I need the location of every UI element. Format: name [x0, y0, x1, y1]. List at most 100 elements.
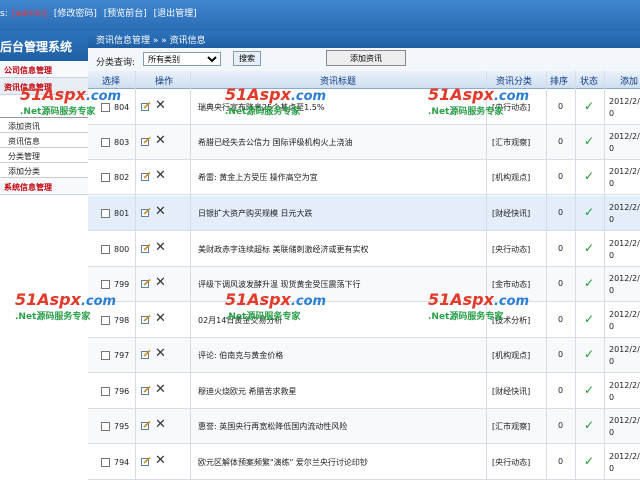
column-divider [135, 71, 136, 480]
preview-front-link[interactable]: [预览前台] [104, 9, 147, 19]
row-checkbox[interactable] [101, 316, 110, 325]
edit-icon[interactable] [141, 350, 151, 359]
edit-icon[interactable] [141, 208, 151, 217]
sidebar-section-news[interactable]: 资讯信息管理 [0, 78, 88, 95]
edit-icon[interactable] [141, 172, 151, 181]
edit-icon[interactable] [141, 386, 151, 395]
row-id: 795 [114, 422, 130, 431]
sidebar-section-company[interactable]: 公司信息管理 [0, 61, 88, 78]
row-category: [汇市观察] [492, 422, 531, 431]
status-check-icon[interactable]: ✓ [584, 383, 594, 397]
delete-icon[interactable]: ✕ [155, 98, 166, 113]
status-check-icon[interactable]: ✓ [584, 454, 594, 468]
status-check-icon[interactable]: ✓ [584, 418, 594, 432]
row-order: 0 [558, 350, 564, 359]
row-checkbox[interactable] [101, 458, 110, 467]
row-checkbox[interactable] [101, 138, 110, 147]
sidebar-section-system[interactable]: 系统信息管理 [0, 178, 88, 195]
row-title[interactable]: 评论: 伯南克与黄金价格 [198, 350, 283, 361]
delete-icon[interactable]: ✕ [155, 204, 166, 219]
status-check-icon[interactable]: ✓ [584, 241, 594, 255]
edit-icon[interactable] [141, 421, 151, 430]
row-checkbox[interactable] [101, 280, 110, 289]
row-title[interactable]: 希雷: 黄金上方受压 操作高空为宜 [198, 172, 318, 183]
row-checkbox[interactable] [101, 351, 110, 360]
row-title[interactable]: 美财政赤字连续超标 美联储刺激经济或更有实权 [198, 244, 369, 255]
row-title[interactable]: 惠誉: 英国央行再宽松降低国内流动性风险 [198, 421, 347, 432]
logout-link[interactable]: [退出管理] [154, 9, 197, 19]
sidebar-item-news-info[interactable]: 资讯信息 [0, 133, 88, 148]
sidebar-item-add-news[interactable]: 添加资讯 [0, 118, 88, 133]
row-title[interactable]: 日银扩大资产购买规模 日元大跌 [198, 208, 313, 219]
admin-link[interactable]: [admin] [12, 9, 47, 19]
brand-title: 后台管理系统 [0, 31, 88, 61]
header-added: 添加 [620, 77, 639, 87]
row-checkbox[interactable] [101, 422, 110, 431]
row-date: 2012/2/10 [609, 274, 640, 295]
row-checkbox[interactable] [101, 209, 110, 218]
row-title[interactable]: 02月14日黄金交易分析 [198, 315, 282, 326]
delete-icon[interactable]: ✕ [155, 417, 166, 432]
delete-icon[interactable]: ✕ [155, 275, 166, 290]
row-category: [金市动态] [492, 280, 531, 289]
row-order: 0 [558, 457, 564, 466]
breadcrumb: 资讯信息管理 » » 资讯信息 [88, 31, 640, 48]
row-title[interactable]: 瑞典央行宣布降息25个基点至1.5% [198, 102, 325, 113]
row-title[interactable]: 评级下调风波发酵升温 现货黄金受压震荡下行 [198, 279, 361, 290]
row-checkbox[interactable] [101, 387, 110, 396]
status-check-icon[interactable]: ✓ [584, 169, 594, 183]
row-id: 804 [114, 103, 130, 112]
row-checkbox[interactable] [101, 103, 110, 112]
news-table: 选择 操作 资讯标题 资讯分类 排序 状态 添加 804 ✕ 瑞典央行宣布降息25个… [88, 71, 640, 480]
delete-icon[interactable]: ✕ [155, 382, 166, 397]
status-check-icon[interactable]: ✓ [584, 276, 594, 290]
header-select: 选择 [102, 77, 121, 87]
row-id: 799 [114, 280, 130, 289]
row-date: 2012/2/10 [609, 239, 640, 260]
edit-icon[interactable] [141, 315, 151, 324]
row-title[interactable]: 欧元区解体预案频繁"演练" 爱尔兰央行讨论印钞 [198, 457, 368, 468]
add-news-button[interactable]: 添加资讯 [326, 50, 406, 66]
row-checkbox[interactable] [101, 173, 110, 182]
status-check-icon[interactable]: ✓ [584, 99, 594, 113]
row-order: 0 [558, 208, 564, 217]
row-title[interactable]: 希腊已经失去公信力 国际评级机构火上浇油 [198, 137, 353, 148]
status-check-icon[interactable]: ✓ [584, 205, 594, 219]
top-bar: s: [admin] [修改密码] [预览前台] [退出管理] [0, 0, 640, 31]
edit-icon[interactable] [141, 102, 151, 111]
category-filter-select[interactable]: 所有类别 [143, 52, 221, 66]
row-id: 801 [114, 209, 130, 218]
status-check-icon[interactable]: ✓ [584, 312, 594, 326]
delete-icon[interactable]: ✕ [155, 168, 166, 183]
column-divider [575, 71, 576, 480]
delete-icon[interactable]: ✕ [155, 240, 166, 255]
status-check-icon[interactable]: ✓ [584, 134, 594, 148]
header-status: 状态 [580, 77, 599, 87]
table-header: 选择 操作 资讯标题 资讯分类 排序 状态 添加 [88, 71, 640, 89]
row-order: 0 [558, 172, 564, 181]
edit-icon[interactable] [141, 137, 151, 146]
row-date: 2012/2/10 [609, 452, 640, 473]
row-title[interactable]: 穆迪火烧欧元 希腊苦求救星 [198, 386, 297, 397]
table-row: 796 ✕ 穆迪火烧欧元 希腊苦求救星 [财经快讯] 0 ✓ 2012/2/10 [88, 374, 640, 409]
edit-icon[interactable] [141, 244, 151, 253]
row-category: [央行动态] [492, 103, 531, 112]
search-button[interactable]: 搜索 [233, 51, 261, 66]
delete-icon[interactable]: ✕ [155, 346, 166, 361]
status-check-icon[interactable]: ✓ [584, 347, 594, 361]
table-row: 802 ✕ 希雷: 黄金上方受压 操作高空为宜 [机构观点] 0 ✓ 2012/2/10 [88, 160, 640, 195]
delete-icon[interactable]: ✕ [155, 453, 166, 468]
row-order: 0 [558, 421, 564, 430]
row-checkbox[interactable] [101, 245, 110, 254]
delete-icon[interactable]: ✕ [155, 133, 166, 148]
row-order: 0 [558, 102, 564, 111]
sidebar-item-category-manage[interactable]: 分类管理 [0, 148, 88, 163]
row-id: 798 [114, 316, 130, 325]
delete-icon[interactable]: ✕ [155, 311, 166, 326]
header-category: 资讯分类 [496, 77, 533, 87]
row-date: 2012/2/10 [609, 97, 640, 118]
edit-icon[interactable] [141, 279, 151, 288]
sidebar-item-add-category[interactable]: 添加分类 [0, 163, 88, 178]
change-password-link[interactable]: [修改密码] [54, 9, 97, 19]
edit-icon[interactable] [141, 457, 151, 466]
